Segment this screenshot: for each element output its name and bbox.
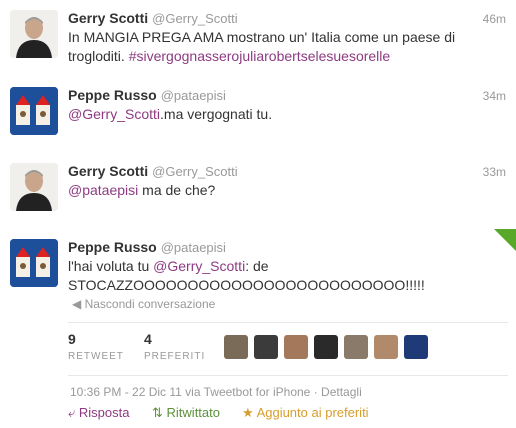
user-avatar[interactable] — [224, 335, 248, 359]
star-icon: ★ — [242, 405, 254, 420]
author-handle[interactable]: @pataepisi — [161, 240, 226, 255]
avatar[interactable] — [10, 10, 58, 58]
hide-conversation-link[interactable]: ◀ Nascondi conversazione — [72, 297, 215, 311]
user-avatar[interactable] — [374, 335, 398, 359]
author-name[interactable]: Gerry Scotti @Gerry_Scotti — [68, 10, 238, 26]
avatar[interactable] — [10, 87, 58, 135]
tweet-text: In MANGIA PREGA AMA mostrano un' Italia … — [68, 29, 456, 64]
author-name[interactable]: Peppe Russo @pataepisi — [68, 87, 226, 103]
retweeted-button[interactable]: ⇅ Ritwittato — [152, 405, 220, 421]
tweet-text: @Gerry_Scotti.ma vergognati tu. — [68, 106, 273, 122]
user-avatar[interactable] — [254, 335, 278, 359]
tweet[interactable]: Gerry Scotti @Gerry_Scotti 33m @pataepisi… — [0, 153, 516, 230]
author-name[interactable]: Gerry Scotti @Gerry_Scotti — [68, 163, 238, 179]
tweet[interactable]: Gerry Scotti @Gerry_Scotti 46m In MANGIA … — [0, 0, 516, 78]
tweet-stats: 9 RETWEET 4 PREFERITI — [68, 322, 508, 376]
avatar[interactable] — [10, 239, 58, 287]
left-arrow-icon: ◀ — [72, 297, 82, 311]
user-avatar[interactable] — [404, 335, 428, 359]
tweet-timestamp: 10:36 PM - 22 Dic 11 via Tweetbot for iP… — [70, 385, 311, 399]
mention-link[interactable]: @Gerry_Scotti — [153, 258, 245, 274]
retweet-badge-icon — [494, 229, 516, 251]
tweet-time[interactable]: 33m — [483, 165, 506, 179]
tweet-text: @pataepisi ma de che? — [68, 182, 216, 198]
details-link[interactable]: Dettagli — [321, 385, 362, 399]
tweet-meta: 10:36 PM - 22 Dic 11 via Tweetbot for iP… — [70, 385, 362, 399]
user-avatar[interactable] — [314, 335, 338, 359]
avatar[interactable] — [10, 163, 58, 211]
author-name[interactable]: Peppe Russo @pataepisi — [68, 239, 226, 255]
author-handle[interactable]: @pataepisi — [161, 88, 226, 103]
user-avatar[interactable] — [344, 335, 368, 359]
retweet-stat[interactable]: 9 RETWEET — [68, 331, 124, 362]
reply-icon: ⤶ — [68, 405, 76, 420]
reply-button[interactable]: ⤶ Risposta — [68, 405, 129, 421]
author-handle[interactable]: @Gerry_Scotti — [152, 164, 237, 179]
hashtag-link[interactable]: #sivergognasserojuliarobertselesuesorell… — [129, 48, 390, 64]
tweet-text: l'hai voluta tu @Gerry_Scotti: de STOCAZ… — [68, 258, 425, 293]
user-avatar[interactable] — [284, 335, 308, 359]
author-handle[interactable]: @Gerry_Scotti — [152, 11, 237, 26]
favorites-stat[interactable]: 4 PREFERITI — [144, 331, 205, 362]
mention-link[interactable]: @pataepisi — [68, 182, 138, 198]
favorited-button[interactable]: ★ Aggiunto ai preferiti — [242, 405, 369, 421]
tweet-time[interactable]: 46m — [483, 12, 506, 26]
mention-link[interactable]: @Gerry_Scotti — [68, 106, 160, 122]
tweet[interactable]: Peppe Russo @pataepisi 34m @Gerry_Scotti.… — [0, 77, 516, 154]
tweet-time[interactable]: 34m — [483, 89, 506, 103]
retweet-icon: ⇅ — [152, 405, 163, 420]
